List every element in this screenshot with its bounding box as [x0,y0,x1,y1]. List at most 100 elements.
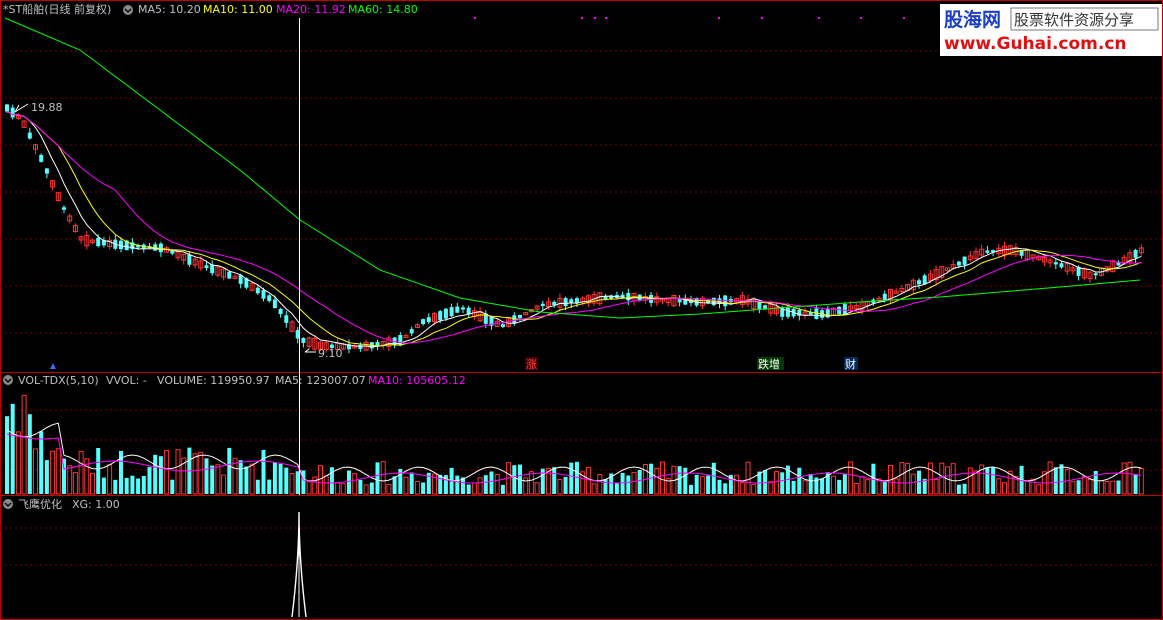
volume-bar-up [557,479,563,495]
volume-bar-up [33,448,38,495]
volume-bar-up [494,473,500,495]
volume-bar-down [284,467,289,494]
volume-bar-down [985,467,990,494]
watermark-brand: 股海网 [944,8,1001,31]
volume-bar-up [363,484,369,495]
candle-down [301,337,306,343]
candle-down [421,319,426,325]
volume-bar-down [563,476,568,494]
volume-bar-up [164,450,170,495]
volume-bar-up [660,461,665,495]
ma60-line [4,17,1141,319]
volume-bar-down [421,482,426,494]
volume-bar-down [147,466,152,494]
volume-bar-down [842,473,847,494]
candle-down [763,305,768,309]
volume-bar-up [1036,484,1042,495]
candle-down [39,154,44,162]
volume-bar-down [797,467,802,494]
ma20-line [6,111,1142,344]
volume-bar-up [340,483,346,495]
volume-bar-down [1116,480,1121,494]
volume-bar-down [101,477,106,494]
volume-bar-down [1133,473,1138,494]
volume-bar-up [933,478,939,495]
volume-bar-down [717,479,722,494]
signal-dots [474,17,905,19]
volume-bar-up [1024,480,1030,495]
volume-bar-down [614,483,619,494]
volume-bar-up [910,473,916,495]
volume-bar-down [44,460,49,494]
stock-chart[interactable]: 19.88 9.10 涨 跌增 财 *ST船舶(日线 前复权) MA5: 10.… [0,0,1163,620]
volume-bar-up [654,467,660,495]
volume-bar-up [78,450,84,495]
candle-down [962,256,967,265]
candle-down [922,275,927,285]
candle-down [677,299,682,303]
low-marker: 9.10 [304,347,343,360]
candle-down [552,301,557,306]
candle-down [398,335,403,346]
candle-down [449,307,454,317]
volume-bar-down [141,476,146,494]
candle-down [62,207,66,210]
collapse-indicator-panel-icon[interactable] [3,499,13,509]
volume-bar-up [380,461,386,495]
volume-bar-down [301,470,306,494]
candle-down [837,306,842,315]
candle-down [227,271,232,279]
event-label-diezeng[interactable]: 跌增 [758,357,780,371]
candle-down [119,240,123,250]
candle-down [956,261,961,266]
volume-bar-up [414,481,420,495]
volume-bar-down [10,403,15,494]
volume-bar-up [198,451,204,495]
event-label-cai[interactable]: 财 [845,357,856,371]
ma60-value: MA60: 14.80 [348,3,418,16]
candle-down [358,344,363,350]
volume-panel-header: VOL-TDX(5,10) VVOL: - VOLUME: 119950.97 … [3,374,466,387]
volume-bar-down [569,462,574,494]
ma10-value: MA10: 11.00 [203,3,273,16]
volume-bar-up [323,475,329,495]
candle-down [187,254,192,265]
volume-bar-up [289,473,295,495]
ma20-value: MA20: 11.92 [276,3,346,16]
volume-bar-down [991,467,996,494]
event-label-zhang[interactable]: 涨 [526,358,537,371]
collapse-volume-panel-icon[interactable] [3,375,13,385]
volume-bar-up [591,483,597,495]
volume-bar-down [677,466,682,494]
candle-down [575,298,579,304]
volume-bar-up [175,449,181,495]
volume-bar-up [1121,462,1127,495]
volume-bar-up [905,462,911,495]
volume-bar-up [471,482,477,495]
volume-bar-down [837,479,842,494]
volume-bar-up [859,476,865,495]
watermark-slogan: 股票软件资源分享 [1014,11,1134,29]
volume-bar-up [774,471,779,495]
volume-bar-down [466,484,471,494]
volume-bar-down [347,470,351,494]
volume-bar-up [853,482,859,495]
volume-bar-down [1053,467,1058,494]
volume-bar-down [455,475,460,494]
collapse-price-panel-icon[interactable] [123,5,133,15]
volume-bar-up [15,431,21,495]
candle-down [10,107,15,118]
volume-bar-up [893,478,899,495]
candle-down [518,314,522,319]
volume-bar-up [72,472,78,495]
volume-bar-down [780,472,785,494]
volume-bar-down [409,472,414,494]
volume-bar-up [403,476,409,495]
volume-bar-up [55,448,61,495]
volume-bar-down [956,484,961,494]
volume-bar-up [192,453,198,495]
chart-frame [0,0,1163,620]
volume-bar-down [808,473,813,494]
candle-down [278,308,283,315]
candle-down [1053,262,1058,265]
